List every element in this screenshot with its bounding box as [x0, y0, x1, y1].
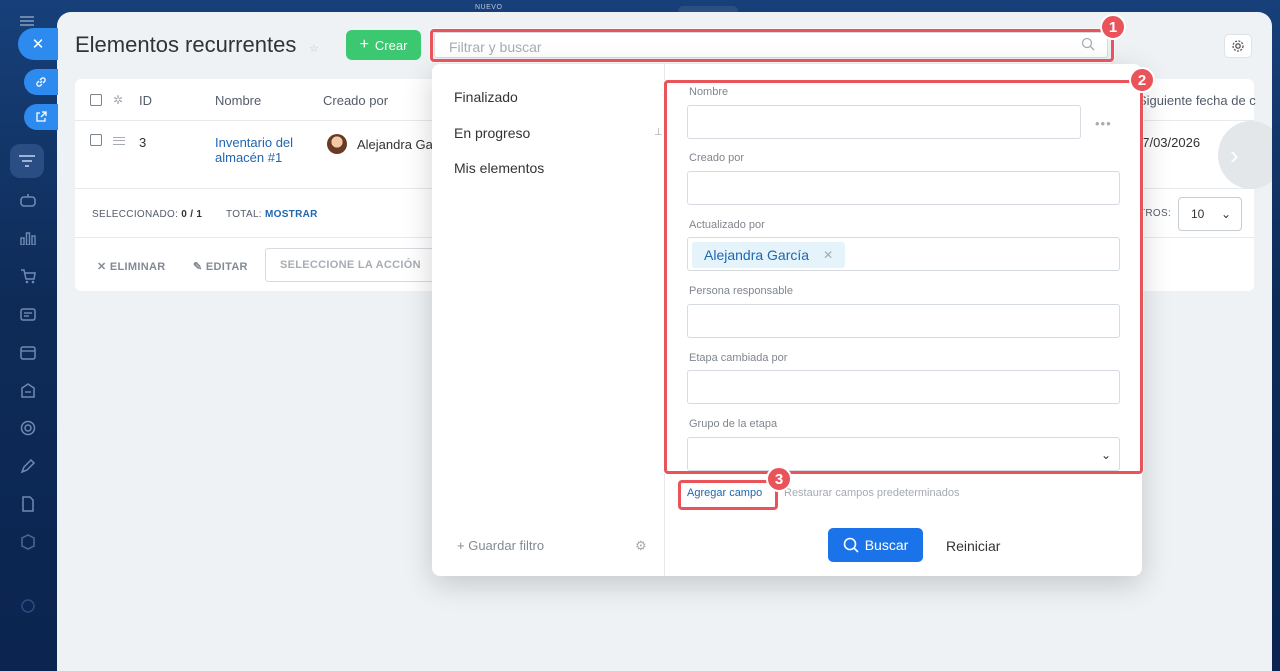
column-id[interactable]: ID — [139, 93, 152, 108]
search-button-label: Buscar — [864, 537, 909, 553]
action-select[interactable]: SELECCIONE LA ACCIÓN — [265, 248, 445, 282]
settings-rail-icon[interactable] — [16, 594, 40, 618]
rows-per-page-select[interactable]: 10 ⌄ — [1178, 197, 1242, 231]
open-new-window-button[interactable] — [24, 104, 58, 130]
action-select-label: SELECCIONE LA ACCIÓN — [280, 259, 421, 271]
annotation-badge-1: 1 — [1100, 14, 1126, 40]
field-label-updated-by: Actualizado por — [689, 219, 765, 231]
delete-label: ELIMINAR — [109, 261, 166, 273]
chevron-right-icon: › — [1230, 139, 1239, 170]
column-settings-icon[interactable]: ✲ — [113, 93, 123, 107]
row-next-date: 07/03/2026 — [1135, 135, 1201, 150]
close-button[interactable]: ✕ — [18, 28, 58, 60]
preset-finished[interactable]: Finalizado — [454, 89, 518, 105]
row-checkbox[interactable] — [90, 134, 102, 146]
left-rail — [0, 0, 57, 671]
search-icon — [843, 537, 859, 553]
field-label-created-by: Creado por — [689, 152, 745, 164]
create-button[interactable]: + Crear — [346, 30, 421, 60]
storage-icon[interactable] — [16, 378, 40, 402]
copy-link-button[interactable] — [24, 69, 58, 95]
settings-button[interactable] — [1224, 34, 1252, 58]
preset-my-items[interactable]: Mis elementos — [454, 160, 544, 176]
responsible-field[interactable] — [687, 304, 1120, 338]
column-name[interactable]: Nombre — [215, 93, 261, 108]
target-icon[interactable] — [16, 416, 40, 440]
restore-fields-link[interactable]: Restaurar campos predeterminados — [784, 487, 959, 499]
save-filter-button[interactable]: + Guardar filtro — [457, 538, 544, 553]
reset-button[interactable]: Reiniciar — [946, 538, 1000, 554]
create-label: Crear — [374, 37, 408, 53]
name-field[interactable] — [687, 105, 1081, 139]
user-tag: Alejandra García ✕ — [692, 242, 846, 268]
box-icon[interactable] — [16, 530, 40, 554]
filter-nav-icon[interactable] — [10, 144, 44, 178]
filter-fields: Nombre ••• Creado por Actualizado por Al… — [665, 64, 1142, 576]
chart-icon[interactable] — [16, 226, 40, 250]
row-name-link[interactable]: Inventario del almacén #1 — [215, 135, 305, 165]
edit-button[interactable]: ✎ EDITAR — [193, 260, 248, 273]
filter-popup: Finalizado En progreso ⊥ Mis elementos +… — [432, 64, 1142, 576]
field-label-stage-group: Grupo de la etapa — [689, 418, 778, 430]
chevron-down-icon: ⌄ — [1220, 207, 1231, 221]
pin-icon[interactable]: ⊥ — [654, 127, 663, 138]
selected-count: SELECCIONADO: 0 / 1 — [92, 209, 202, 220]
selected-value: 0 / 1 — [181, 209, 203, 220]
search-input[interactable]: Filtrar y buscar — [434, 32, 1108, 58]
plus-icon: + — [359, 36, 369, 53]
avatar — [327, 134, 347, 154]
field-label-responsible: Persona responsable — [689, 285, 793, 297]
stage-group-select[interactable]: ⌄ — [687, 437, 1120, 471]
row-id: 3 — [139, 135, 147, 150]
search-button[interactable]: Buscar — [828, 528, 923, 562]
calendar-icon[interactable] — [16, 340, 40, 364]
edit-label: EDITAR — [205, 261, 248, 273]
field-label-name: Nombre — [689, 86, 729, 98]
column-next-date[interactable]: Siguiente fecha de c — [1138, 93, 1256, 108]
open-icon — [36, 111, 47, 122]
selected-label: SELECCIONADO: — [92, 209, 179, 220]
total-label: TOTAL: — [226, 209, 262, 220]
pen-icon[interactable] — [16, 454, 40, 478]
drag-handle-icon[interactable] — [113, 137, 125, 145]
remove-tag-icon[interactable]: ✕ — [823, 248, 833, 262]
more-icon[interactable]: ••• — [1095, 116, 1112, 131]
gear-icon[interactable]: ⚙ — [635, 538, 647, 554]
search-placeholder: Filtrar y buscar — [449, 39, 542, 55]
stage-changed-by-field[interactable] — [687, 370, 1120, 404]
add-field-link[interactable]: Agregar campo — [687, 487, 762, 499]
robot-icon[interactable] — [16, 188, 40, 212]
row-created-by[interactable]: Alejandra Ga — [357, 137, 433, 152]
column-created-by[interactable]: Creado por — [323, 93, 388, 108]
save-filter-label: Guardar filtro — [468, 538, 545, 553]
rows-per-page-value: 10 — [1191, 207, 1205, 221]
search-icon[interactable] — [1081, 37, 1095, 51]
preset-in-progress[interactable]: En progreso — [454, 125, 530, 141]
gear-icon — [1232, 40, 1244, 52]
chevron-down-icon: ⌄ — [1100, 448, 1111, 462]
created-by-field[interactable] — [687, 171, 1120, 205]
updated-by-field[interactable]: Alejandra García ✕ — [687, 237, 1120, 271]
new-tag: NUEVO — [475, 4, 503, 11]
card-icon[interactable] — [16, 302, 40, 326]
field-label-stage-changed: Etapa cambiada por — [689, 352, 788, 364]
annotation-badge-2: 2 — [1129, 67, 1155, 93]
show-total-link[interactable]: MOSTRAR — [265, 209, 318, 220]
menu-icon[interactable] — [20, 16, 34, 26]
rows-per-page-label: TROS: — [1139, 208, 1172, 219]
user-tag-label: Alejandra García — [704, 247, 810, 263]
close-icon: ✕ — [31, 36, 45, 53]
delete-button[interactable]: ✕ ELIMINAR — [97, 260, 165, 273]
pin-icon[interactable]: ☆ — [309, 42, 319, 55]
document-icon[interactable] — [16, 492, 40, 516]
cart-icon[interactable] — [16, 264, 40, 288]
select-all-checkbox[interactable] — [90, 94, 102, 106]
filter-presets: Finalizado En progreso ⊥ Mis elementos +… — [432, 64, 665, 576]
link-icon — [36, 77, 46, 87]
page-title: Elementos recurrentes — [75, 32, 297, 57]
total-count: TOTAL: MOSTRAR — [226, 209, 318, 220]
annotation-badge-3: 3 — [766, 466, 792, 492]
